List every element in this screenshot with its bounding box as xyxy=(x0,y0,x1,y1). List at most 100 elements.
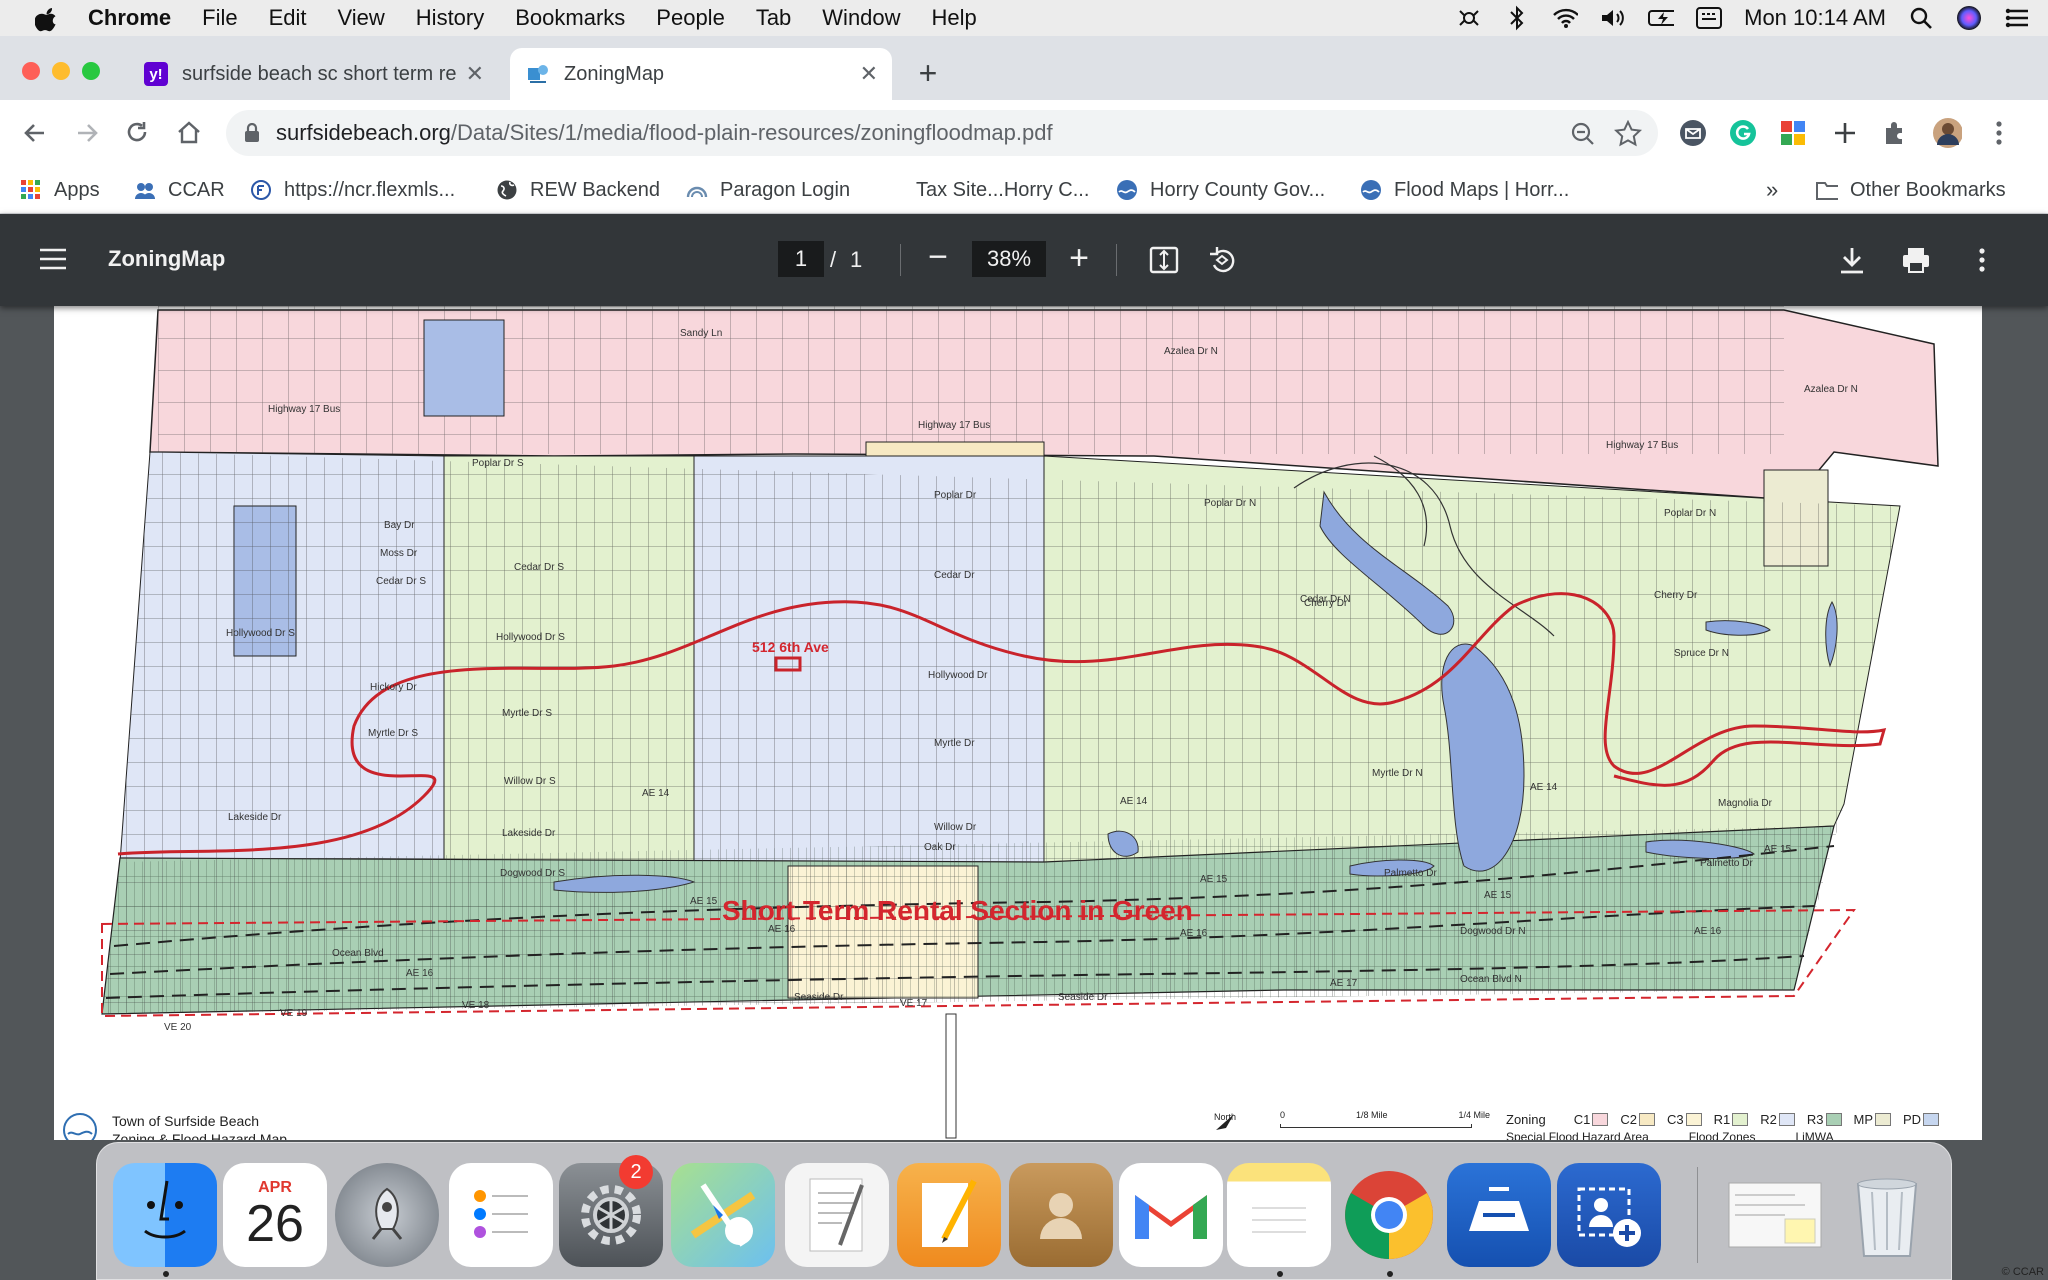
grammarly-extension-icon[interactable] xyxy=(1728,118,1758,148)
bookmarks-overflow-chevron-icon[interactable]: » xyxy=(1766,176,1778,204)
street-label: Ocean Blvd xyxy=(332,948,384,959)
dock-reminders[interactable] xyxy=(449,1163,553,1267)
map-title-block: Town of Surfside Beach Zoning & Flood Ha… xyxy=(63,1112,287,1140)
bookmark-label: Horry County Gov... xyxy=(1150,178,1326,201)
pdf-more-options-icon[interactable] xyxy=(1966,244,1998,276)
bookmark-flexmls[interactable]: https://ncr.flexmls... xyxy=(250,176,455,204)
dock-gmail[interactable] xyxy=(1119,1163,1223,1267)
print-icon[interactable] xyxy=(1900,244,1932,276)
pdf-viewer-area[interactable]: Highway 17 Bus Sandy Ln Azalea Dr N High… xyxy=(0,306,2048,1140)
add-icon[interactable] xyxy=(1830,118,1860,148)
bookmark-tax-site[interactable]: Tax Site...Horry C... xyxy=(916,176,1089,204)
menu-app-name[interactable]: Chrome xyxy=(88,5,171,31)
bookmark-flood-maps[interactable]: Flood Maps | Horr... xyxy=(1360,176,1569,204)
menu-file[interactable]: File xyxy=(202,5,237,31)
zoom-magnifier-icon[interactable] xyxy=(1570,121,1596,153)
pdf-page[interactable]: Highway 17 Bus Sandy Ln Azalea Dr N High… xyxy=(54,306,1982,1140)
lock-icon[interactable] xyxy=(244,122,262,144)
close-tab-icon[interactable]: ✕ xyxy=(860,61,878,87)
window-minimize-button[interactable] xyxy=(52,62,70,80)
zoom-out-button[interactable]: − xyxy=(924,240,952,276)
wifi-icon[interactable] xyxy=(1552,5,1579,31)
dock-launchpad[interactable] xyxy=(335,1163,439,1267)
colorful-extension-icon[interactable] xyxy=(1778,118,1808,148)
bookmark-horry-county-gov[interactable]: Horry County Gov... xyxy=(1116,176,1325,204)
screenshot-tool-icon[interactable] xyxy=(1456,5,1482,31)
control-center-icon[interactable] xyxy=(2004,5,2030,31)
legend-row2: Special Flood Hazard Area Flood Zones Li… xyxy=(1506,1130,1834,1140)
dock-calendar[interactable]: APR 26 xyxy=(223,1163,327,1267)
home-button[interactable] xyxy=(172,116,206,150)
street-label: Dogwood Dr S xyxy=(500,868,565,879)
bookmark-apps[interactable]: Apps xyxy=(20,176,100,204)
dock-contacts[interactable] xyxy=(1009,1163,1113,1267)
menu-clock[interactable]: Mon 10:14 AM xyxy=(1744,5,1886,31)
dock-screenshot-app[interactable] xyxy=(1557,1163,1661,1267)
close-tab-icon[interactable]: ✕ xyxy=(466,61,484,87)
legend-sfha-label: Special Flood Hazard Area xyxy=(1506,1130,1649,1140)
dock-finder[interactable] xyxy=(113,1163,217,1267)
dock-trash[interactable] xyxy=(1835,1163,1939,1267)
tab-yahoo-search[interactable]: y! surfside beach sc short term re ✕ xyxy=(128,48,498,100)
menu-edit[interactable]: Edit xyxy=(269,5,307,31)
toolbar-divider xyxy=(900,244,901,276)
spotlight-icon[interactable] xyxy=(1908,5,1934,31)
bluetooth-icon[interactable] xyxy=(1504,5,1530,31)
battery-icon[interactable] xyxy=(1648,5,1675,31)
hamburger-menu-icon[interactable] xyxy=(38,246,68,274)
bookmark-star-icon[interactable] xyxy=(1613,119,1643,154)
menu-window[interactable]: Window xyxy=(822,5,900,31)
street-label: Myrtle Dr S xyxy=(368,728,418,739)
dock-notes[interactable] xyxy=(1227,1163,1331,1267)
flood-zone-label: VE 20 xyxy=(164,1022,192,1033)
tab-title: surfside beach sc short term re xyxy=(182,62,457,85)
dock-chrome[interactable] xyxy=(1337,1163,1441,1267)
menu-history[interactable]: History xyxy=(416,5,484,31)
fit-to-page-icon[interactable] xyxy=(1148,244,1180,276)
reload-button[interactable] xyxy=(120,116,154,150)
forward-button[interactable] xyxy=(70,116,104,150)
menu-help[interactable]: Help xyxy=(932,5,977,31)
dock-image-capture[interactable] xyxy=(1447,1163,1551,1267)
keyboard-icon[interactable] xyxy=(1696,5,1723,31)
email-extension-icon[interactable] xyxy=(1678,118,1708,148)
apple-menu-icon[interactable] xyxy=(32,3,62,33)
bookmark-paragon[interactable]: Paragon Login xyxy=(686,176,850,204)
scale-labels: 0 1/8 Mile 1/4 Mile xyxy=(1280,1110,1490,1120)
street-label: Highway 17 Bus xyxy=(268,404,340,415)
pages-icon xyxy=(922,1179,977,1247)
address-bar[interactable]: surfsidebeach.org/Data/Sites/1/media/flo… xyxy=(226,110,1658,156)
bookmark-other[interactable]: Other Bookmarks xyxy=(1816,176,2006,204)
page-number-input[interactable]: 1 xyxy=(778,241,824,277)
menu-view[interactable]: View xyxy=(338,5,385,31)
download-icon[interactable] xyxy=(1836,244,1868,276)
dock-textedit[interactable] xyxy=(785,1163,889,1267)
menu-bookmarks[interactable]: Bookmarks xyxy=(515,5,625,31)
menu-people[interactable]: People xyxy=(656,5,725,31)
bookmark-label: Flood Maps | Horr... xyxy=(1394,178,1570,201)
legend-zoning-label: Zoning xyxy=(1506,1112,1546,1127)
window-zoom-button[interactable] xyxy=(82,62,100,80)
volume-icon[interactable] xyxy=(1600,5,1626,31)
flood-zone-label: AE 16 xyxy=(406,968,434,979)
chrome-menu-icon[interactable] xyxy=(1984,118,2014,148)
zoom-level-input[interactable]: 38% xyxy=(972,241,1046,277)
back-button[interactable] xyxy=(18,116,52,150)
tab-zoningmap[interactable]: ZoningMap ✕ xyxy=(510,48,892,100)
dock-maps[interactable] xyxy=(671,1163,775,1267)
flood-zone-label: AE 16 xyxy=(1694,926,1722,937)
dock-pages[interactable] xyxy=(897,1163,1001,1267)
street-label: Spruce Dr N xyxy=(1674,648,1729,659)
siri-icon[interactable] xyxy=(1956,5,1982,31)
rotate-icon[interactable] xyxy=(1206,244,1238,276)
flood-zone-label: AE 17 xyxy=(1330,978,1358,989)
window-close-button[interactable] xyxy=(22,62,40,80)
bookmark-rew-backend[interactable]: REW Backend xyxy=(496,176,660,204)
extensions-puzzle-icon[interactable] xyxy=(1880,118,1910,148)
profile-avatar[interactable] xyxy=(1932,118,1962,148)
dock-downloads-stack[interactable] xyxy=(1723,1163,1827,1267)
zoom-in-button[interactable]: + xyxy=(1064,241,1094,276)
bookmark-ccar[interactable]: CCAR xyxy=(134,176,225,204)
new-tab-button[interactable]: + xyxy=(912,57,944,90)
menu-tab[interactable]: Tab xyxy=(756,5,791,31)
